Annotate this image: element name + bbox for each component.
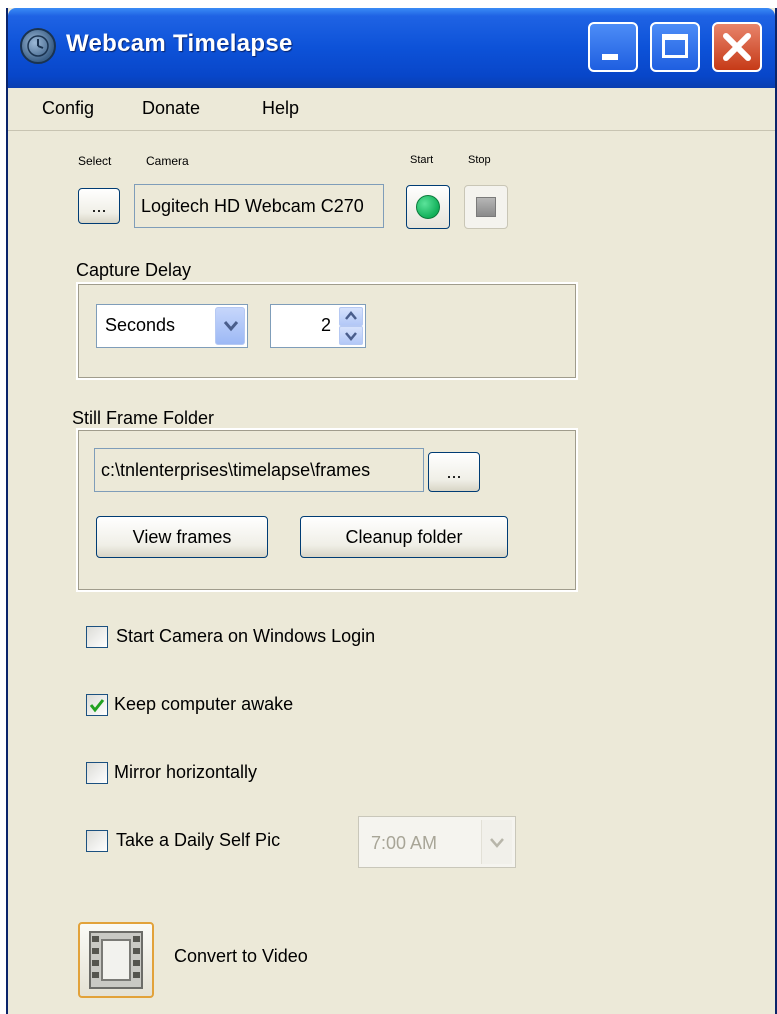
maximize-button[interactable]	[650, 22, 700, 72]
still-frame-folder-label: Still Frame Folder	[72, 408, 215, 428]
keep-awake-checkbox[interactable]	[86, 694, 108, 716]
select-label: Select	[78, 154, 112, 168]
convert-video-label: Convert to Video	[174, 946, 308, 966]
camera-field[interactable]: Logitech HD Webcam C270	[134, 184, 384, 228]
daily-pic-time-dropdown[interactable]: 7:00 AM	[358, 816, 516, 868]
delay-amount-value: 2	[320, 315, 331, 335]
stepper-down-icon[interactable]	[339, 326, 363, 345]
select-camera-button[interactable]: ...	[78, 188, 120, 224]
menu-config[interactable]: Config	[42, 98, 94, 119]
start-icon	[416, 195, 440, 219]
stop-label: Stop	[468, 154, 491, 166]
mirror-checkbox[interactable]	[86, 762, 108, 784]
delay-unit-dropdown[interactable]: Seconds	[96, 304, 248, 348]
start-on-login-label: Start Camera on Windows Login	[116, 626, 376, 646]
film-strip-icon	[89, 931, 143, 989]
browse-folder-button[interactable]: ...	[428, 452, 480, 492]
folder-path-field[interactable]: c:\tnlenterprises\timelapse\frames	[94, 448, 424, 492]
close-button[interactable]	[712, 22, 762, 72]
title-bar[interactable]: Webcam Timelapse	[8, 8, 775, 88]
cleanup-folder-button[interactable]: Cleanup folder	[300, 516, 508, 558]
start-on-login-checkbox[interactable]	[86, 626, 108, 648]
menu-help[interactable]: Help	[262, 98, 299, 119]
clock-icon	[20, 28, 56, 64]
start-label: Start	[410, 154, 434, 166]
chevron-down-icon[interactable]	[215, 307, 245, 345]
daily-pic-time-value: 7:00 AM	[371, 833, 438, 853]
menu-donate[interactable]: Donate	[142, 98, 200, 119]
daily-pic-label: Take a Daily Self Pic	[116, 830, 281, 850]
keep-awake-label: Keep computer awake	[114, 694, 294, 714]
convert-video-button[interactable]	[78, 922, 154, 998]
daily-pic-checkbox[interactable]	[86, 830, 108, 852]
chevron-down-icon	[481, 820, 512, 864]
start-button[interactable]	[406, 185, 450, 229]
stop-icon	[476, 197, 496, 217]
checkmark-icon	[89, 699, 105, 713]
minimize-button[interactable]	[588, 22, 638, 72]
window-title: Webcam Timelapse	[66, 30, 293, 57]
view-frames-button[interactable]: View frames	[96, 516, 268, 558]
capture-delay-label: Capture Delay	[76, 260, 192, 280]
menu-bar: Config Donate Help	[8, 88, 775, 131]
stepper-up-icon[interactable]	[339, 307, 363, 326]
mirror-label: Mirror horizontally	[114, 762, 258, 782]
close-icon	[723, 33, 751, 61]
camera-label: Camera	[146, 154, 189, 168]
app-window: Webcam Timelapse Config Donate Help Sele…	[6, 8, 777, 1014]
delay-unit-value: Seconds	[105, 315, 176, 335]
stop-button[interactable]	[464, 185, 508, 229]
delay-amount-stepper[interactable]: 2	[270, 304, 366, 348]
